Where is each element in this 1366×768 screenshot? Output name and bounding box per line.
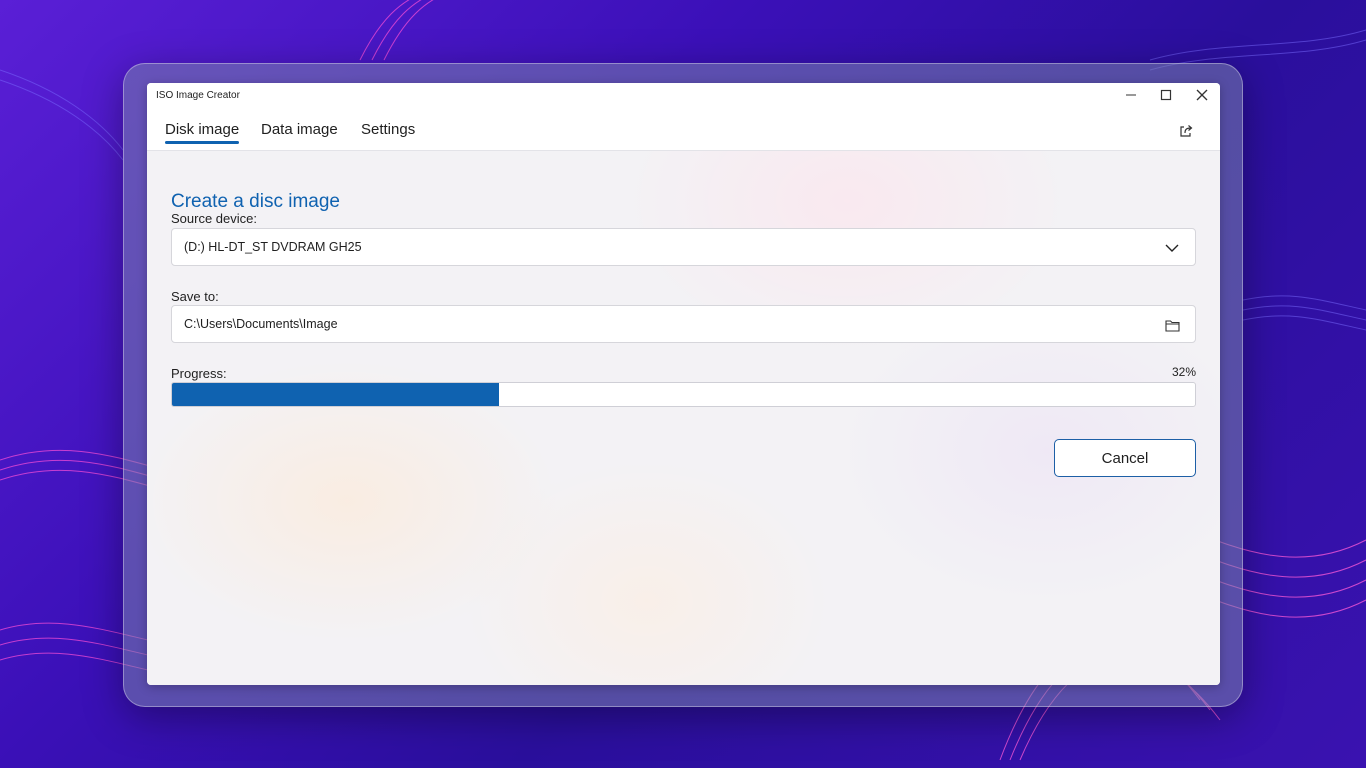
tab-disk-image[interactable]: Disk image (165, 121, 240, 144)
progress-bar (171, 382, 1196, 407)
page-title: Create a disc image (171, 191, 340, 212)
share-button[interactable] (1178, 123, 1198, 141)
save-to-field[interactable]: C:\Users\Documents\Image (171, 305, 1196, 343)
share-icon (1180, 125, 1193, 137)
chevron-down-icon (1163, 239, 1181, 257)
progress-label: Progress: (171, 366, 227, 381)
app-title: ISO Image Creator (156, 90, 240, 101)
progress-fill (172, 383, 500, 406)
source-device-label: Source device: (171, 211, 257, 226)
close-icon (1196, 89, 1208, 101)
title-bar: ISO Image Creator Disk image Data image … (147, 83, 1220, 151)
cancel-button[interactable]: Cancel (1054, 439, 1196, 477)
close-button[interactable] (1184, 83, 1220, 107)
tab-settings[interactable]: Settings (361, 121, 415, 138)
source-device-dropdown[interactable]: (D:) HL-DT_ST DVDRAM GH25 (171, 228, 1196, 266)
maximize-icon (1160, 89, 1172, 101)
save-to-value: C:\Users\Documents\Image (184, 317, 338, 331)
save-to-label: Save to: (171, 289, 219, 304)
maximize-button[interactable] (1148, 83, 1184, 107)
minimize-button[interactable] (1113, 83, 1149, 107)
progress-percent: 32% (1171, 365, 1196, 379)
minimize-icon (1126, 94, 1136, 96)
source-device-value: (D:) HL-DT_ST DVDRAM GH25 (184, 240, 362, 254)
app-window: ISO Image Creator Disk image Data image … (147, 83, 1220, 685)
folder-icon[interactable] (1163, 316, 1181, 334)
tab-data-image[interactable]: Data image (261, 121, 338, 138)
